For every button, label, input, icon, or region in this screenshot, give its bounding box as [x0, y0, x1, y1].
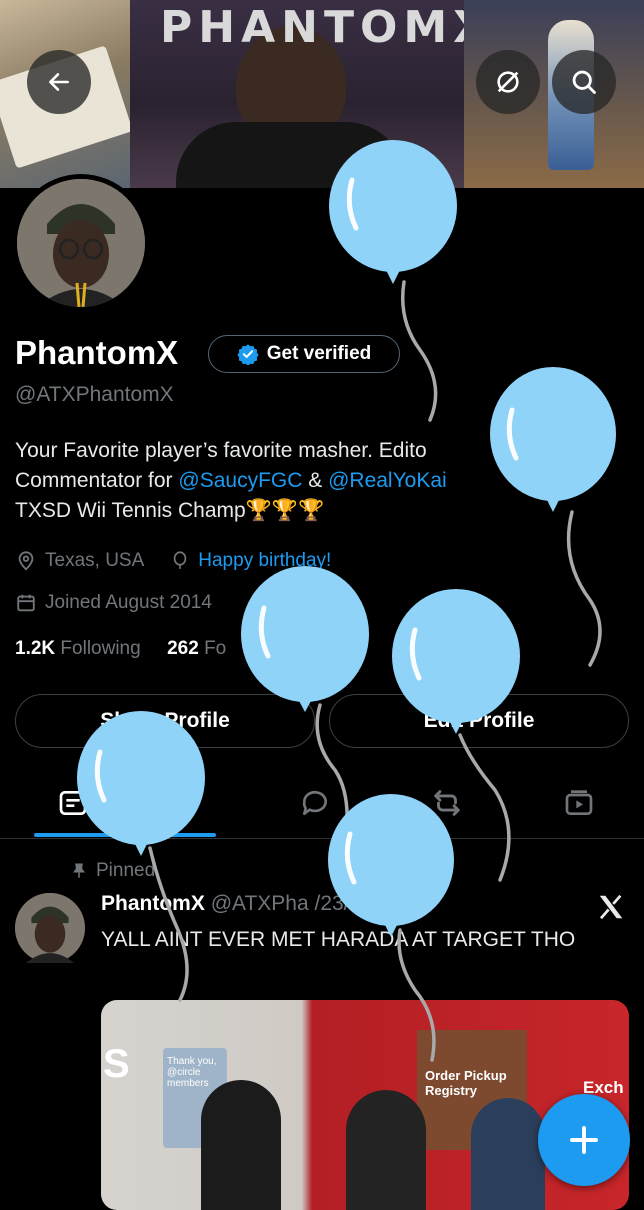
pinned-text: Pinned	[96, 860, 156, 881]
mention-link-realyokai[interactable]: @RealYoKai	[328, 469, 447, 492]
posts-icon	[59, 791, 87, 815]
share-profile-button[interactable]: Share Profile	[15, 694, 315, 748]
profile-handle: @ATXPhantomX	[15, 383, 174, 406]
bio-text: Commentator for	[15, 469, 179, 492]
reply-bubble-icon	[302, 790, 327, 815]
avatar-photo	[17, 179, 145, 307]
profile-meta-row: Texas, USA Happy birthday!	[15, 550, 331, 572]
post-avatar[interactable]	[15, 893, 85, 963]
avatar[interactable]	[17, 179, 145, 307]
calendar-icon	[17, 594, 35, 612]
bio-amp: &	[302, 469, 329, 492]
post-media-image[interactable]: S Thank you, @circle members Order Picku…	[101, 1000, 629, 1210]
pin-icon	[73, 863, 85, 878]
banner-person-body	[176, 122, 406, 188]
tab-replies[interactable]	[280, 770, 350, 836]
post-author-name[interactable]: PhantomX	[101, 892, 205, 915]
search-button[interactable]	[552, 50, 616, 114]
bio-text-3: TXSD Wii Tennis Champ	[15, 499, 246, 522]
back-button[interactable]	[27, 50, 91, 114]
tab-media[interactable]	[544, 770, 614, 836]
birthday-link[interactable]: Happy birthday!	[198, 550, 331, 572]
following-label: Following	[60, 638, 141, 659]
followers-link[interactable]: 262 Fo	[167, 638, 226, 659]
media-person-1	[201, 1080, 281, 1210]
active-tab-indicator	[34, 833, 216, 837]
video-icon	[565, 790, 593, 815]
search-icon	[572, 70, 596, 94]
joined-row: Joined August 2014	[15, 592, 212, 614]
grok-icon	[497, 71, 519, 93]
media-person-2	[346, 1090, 426, 1210]
repost-icon	[434, 790, 460, 816]
media-sign-pickup: Order Pickup Registry	[425, 1068, 507, 1098]
plus-icon	[570, 1126, 598, 1154]
follow-stats: 1.2K Following 262 Fo	[15, 638, 226, 660]
tab-reposts[interactable]	[412, 770, 482, 836]
bio-line-1: Your Favorite player’s favorite masher. …	[15, 439, 427, 462]
profile-banner[interactable]: PHANTOMX	[0, 0, 644, 188]
balloon-3	[241, 566, 369, 712]
get-verified-button[interactable]: Get verified	[208, 335, 400, 373]
compose-post-button[interactable]	[538, 1094, 630, 1186]
tab-posts[interactable]	[38, 770, 108, 836]
followers-count: 262	[167, 638, 199, 659]
banner-title: PHANTOMX	[160, 2, 494, 53]
trophy-emoji: 🏆🏆🏆	[245, 499, 325, 522]
location-text: Texas, USA	[45, 550, 145, 571]
pinned-label-row: Pinned	[70, 860, 155, 882]
location-pin-icon	[18, 551, 34, 571]
media-person-3	[471, 1098, 545, 1210]
bio-line-3: TXSD Wii Tennis Champ🏆🏆🏆	[15, 496, 635, 526]
arrow-left-icon	[49, 73, 69, 91]
bio-line-2: Commentator for @SaucyFGC & @RealYoKai	[15, 466, 635, 496]
media-sign-thanks: Thank you, @circle members	[167, 1056, 217, 1089]
post-text: YALL AINT EVER MET HARADA AT TARGET THO	[101, 928, 576, 951]
post-avatar-photo	[15, 893, 85, 963]
following-link[interactable]: 1.2K Following	[15, 638, 141, 659]
x-logo-icon	[596, 892, 626, 927]
post-header: PhantomX @ATXPha /23/25	[101, 892, 373, 916]
mention-link-saucyfgc[interactable]: @SaucyFGC	[178, 469, 302, 492]
get-verified-label: Get verified	[266, 343, 372, 364]
media-sign-left: S	[103, 1042, 130, 1086]
display-name: PhantomX	[15, 334, 179, 371]
profile-bio: Your Favorite player’s favorite masher. …	[15, 436, 635, 526]
followers-label: Fo	[204, 638, 227, 659]
verified-badge-icon	[237, 344, 259, 365]
edit-profile-button[interactable]: Edit Profile	[329, 694, 629, 748]
grok-button[interactable]	[476, 50, 540, 114]
following-count: 1.2K	[15, 638, 56, 659]
joined-text: Joined August 2014	[45, 592, 212, 613]
post-handle-date: @ATXPha /23/25	[210, 892, 373, 915]
balloon-icon	[174, 551, 187, 569]
